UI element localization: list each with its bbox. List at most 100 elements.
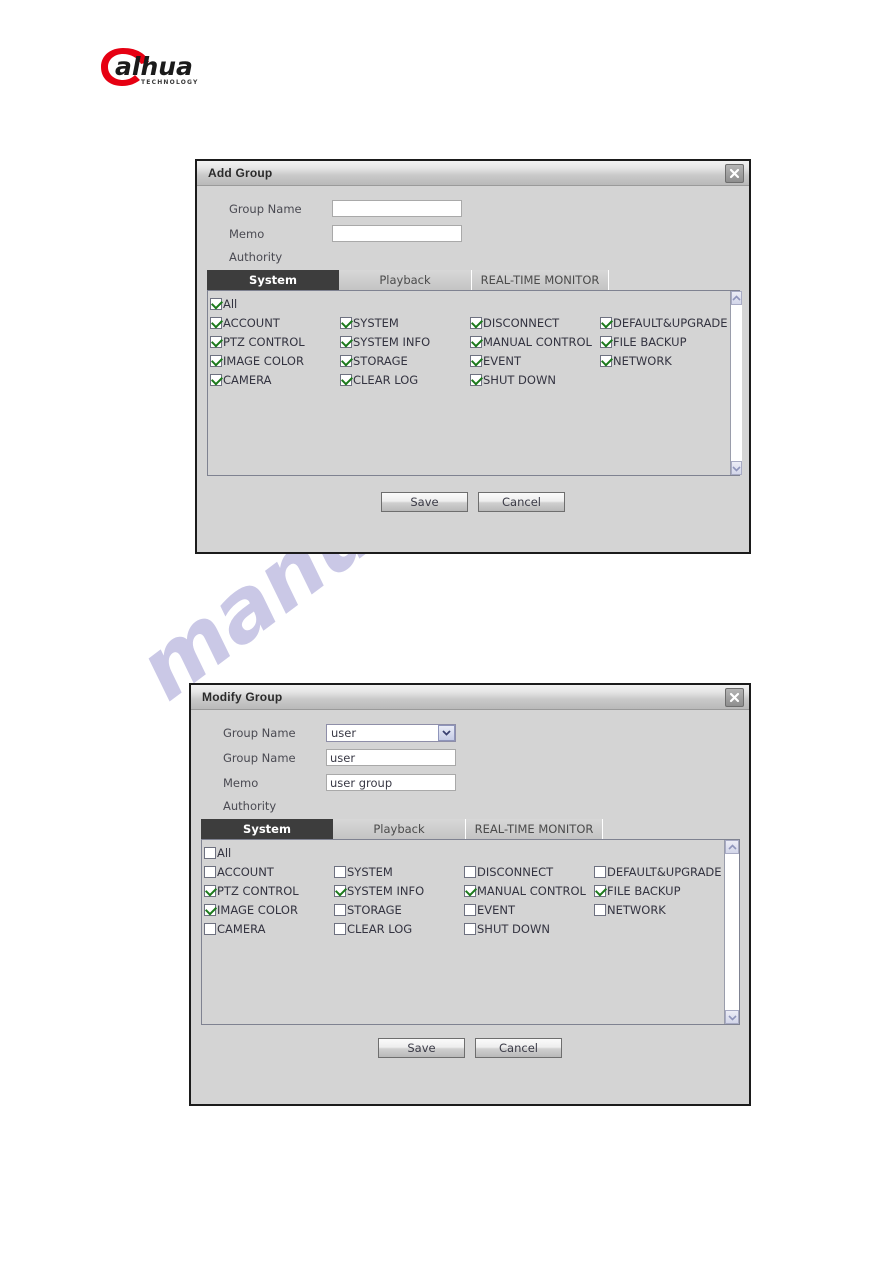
checkbox-storage[interactable]: [334, 903, 346, 916]
save-button[interactable]: Save: [381, 492, 468, 512]
memo-input[interactable]: [326, 774, 456, 791]
table-row: CAMERA CLEAR LOG SHUT DOWN: [208, 370, 730, 389]
group-name-row: Group Name: [191, 745, 749, 770]
scroll-up-icon[interactable]: [725, 840, 739, 854]
permission-event[interactable]: EVENT: [470, 354, 600, 368]
checkbox-default-upgrade[interactable]: [600, 316, 612, 329]
checkbox-all[interactable]: [204, 846, 216, 859]
checkbox-system[interactable]: [334, 865, 346, 878]
permission-grid: All ACCOUNT SYSTEM DISCONNECT DEFAULT&UP…: [202, 840, 724, 1024]
table-row: IMAGE COLOR STORAGE EVENT NETWORK: [202, 900, 724, 919]
checkbox-default-upgrade[interactable]: [594, 865, 606, 878]
checkbox-shut-down[interactable]: [470, 373, 482, 386]
checkbox-system[interactable]: [340, 316, 352, 329]
permission-scrollbar[interactable]: [724, 840, 739, 1024]
permission-disconnect[interactable]: DISCONNECT: [464, 865, 594, 879]
close-icon[interactable]: [725, 688, 744, 707]
cancel-button[interactable]: Cancel: [478, 492, 565, 512]
checkbox-network[interactable]: [600, 354, 612, 367]
permission-scrollbar[interactable]: [730, 291, 742, 475]
checkbox-image-color[interactable]: [210, 354, 222, 367]
checkbox-manual-control[interactable]: [464, 884, 476, 897]
permission-system-info[interactable]: SYSTEM INFO: [340, 335, 470, 349]
permission-account[interactable]: ACCOUNT: [202, 865, 334, 879]
permission-network[interactable]: NETWORK: [600, 354, 730, 368]
permission-ptz-control[interactable]: PTZ CONTROL: [208, 335, 340, 349]
permission-ptz-control[interactable]: PTZ CONTROL: [202, 884, 334, 898]
group-name-input[interactable]: [332, 200, 462, 217]
permission-system-info[interactable]: SYSTEM INFO: [334, 884, 464, 898]
close-icon[interactable]: [725, 164, 744, 183]
permission-file-backup[interactable]: FILE BACKUP: [600, 335, 730, 349]
permission-manual-control[interactable]: MANUAL CONTROL: [470, 335, 600, 349]
permission-image-color[interactable]: IMAGE COLOR: [208, 354, 340, 368]
permission-clear-log[interactable]: CLEAR LOG: [340, 373, 470, 387]
checkbox-camera[interactable]: [204, 922, 216, 935]
scroll-up-icon[interactable]: [731, 291, 742, 305]
tab-system[interactable]: System: [207, 270, 339, 290]
checkbox-clear-log[interactable]: [340, 373, 352, 386]
authority-label: Authority: [229, 250, 283, 264]
checkbox-event[interactable]: [470, 354, 482, 367]
checkbox-account[interactable]: [204, 865, 216, 878]
permission-network[interactable]: NETWORK: [594, 903, 724, 917]
permission-clear-log[interactable]: CLEAR LOG: [334, 922, 464, 936]
checkbox-manual-control[interactable]: [470, 335, 482, 348]
permission-default-upgrade[interactable]: DEFAULT&UPGRADE: [600, 316, 730, 330]
group-select-row: Group Name user: [191, 720, 749, 745]
checkbox-file-backup[interactable]: [600, 335, 612, 348]
permission-all[interactable]: All: [208, 297, 340, 311]
group-name-label: Group Name: [223, 750, 296, 765]
permission-disconnect[interactable]: DISCONNECT: [470, 316, 600, 330]
cancel-button[interactable]: Cancel: [475, 1038, 562, 1058]
permission-default-upgrade[interactable]: DEFAULT&UPGRADE: [594, 865, 724, 879]
tab-real-time-monitor[interactable]: REAL-TIME MONITOR: [472, 270, 609, 290]
checkbox-ptz-control[interactable]: [210, 335, 222, 348]
modify-group-dialog: Modify Group Group Name user Group Name …: [189, 683, 751, 1106]
checkbox-system-info[interactable]: [340, 335, 352, 348]
checkbox-image-color[interactable]: [204, 903, 216, 916]
scroll-down-icon[interactable]: [725, 1010, 739, 1024]
permission-row-all: All: [202, 843, 724, 862]
permission-storage[interactable]: STORAGE: [340, 354, 470, 368]
tab-system[interactable]: System: [201, 819, 333, 839]
checkbox-shut-down[interactable]: [464, 922, 476, 935]
permission-all[interactable]: All: [202, 846, 334, 860]
svg-text:TECHNOLOGY: TECHNOLOGY: [141, 79, 199, 86]
save-button[interactable]: Save: [378, 1038, 465, 1058]
permission-shut-down[interactable]: SHUT DOWN: [470, 373, 600, 387]
checkbox-file-backup[interactable]: [594, 884, 606, 897]
checkbox-event[interactable]: [464, 903, 476, 916]
permission-grid: All ACCOUNT SYSTEM DISCONNECT DEFAULT&UP…: [208, 291, 730, 475]
checkbox-storage[interactable]: [340, 354, 352, 367]
tab-playback[interactable]: Playback: [333, 819, 466, 839]
permission-camera[interactable]: CAMERA: [202, 922, 334, 936]
permission-file-backup[interactable]: FILE BACKUP: [594, 884, 724, 898]
checkbox-disconnect[interactable]: [464, 865, 476, 878]
permission-shut-down[interactable]: SHUT DOWN: [464, 922, 594, 936]
permission-account[interactable]: ACCOUNT: [208, 316, 340, 330]
checkbox-ptz-control[interactable]: [204, 884, 216, 897]
permission-image-color[interactable]: IMAGE COLOR: [202, 903, 334, 917]
checkbox-clear-log[interactable]: [334, 922, 346, 935]
permission-manual-control[interactable]: MANUAL CONTROL: [464, 884, 594, 898]
add-group-dialog: Add Group Group Name Memo Authority Syst…: [195, 159, 751, 554]
permission-system[interactable]: SYSTEM: [340, 316, 470, 330]
checkbox-disconnect[interactable]: [470, 316, 482, 329]
permission-system[interactable]: SYSTEM: [334, 865, 464, 879]
permission-camera[interactable]: CAMERA: [208, 373, 340, 387]
tab-playback[interactable]: Playback: [339, 270, 472, 290]
group-name-select[interactable]: user: [326, 723, 456, 742]
checkbox-camera[interactable]: [210, 373, 222, 386]
checkbox-system-info[interactable]: [334, 884, 346, 897]
group-name-input[interactable]: [326, 749, 456, 766]
permission-storage[interactable]: STORAGE: [334, 903, 464, 917]
checkbox-all[interactable]: [210, 297, 222, 310]
checkbox-account[interactable]: [210, 316, 222, 329]
tab-real-time-monitor[interactable]: REAL-TIME MONITOR: [466, 819, 603, 839]
scroll-down-icon[interactable]: [731, 461, 742, 475]
memo-input[interactable]: [332, 225, 462, 242]
permission-event[interactable]: EVENT: [464, 903, 594, 917]
checkbox-network[interactable]: [594, 903, 606, 916]
chevron-down-icon[interactable]: [438, 724, 455, 741]
